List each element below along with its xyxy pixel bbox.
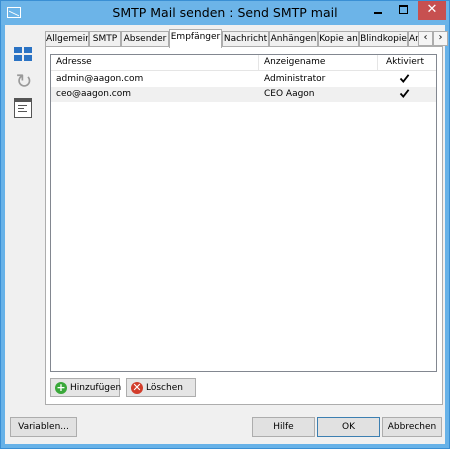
table-row[interactable]: ceo@aagon.com CEO Aagon <box>51 87 436 102</box>
tab-scroll-left-icon[interactable]: ‹ <box>418 31 433 46</box>
tab-blindkopie[interactable]: Blindkopie <box>359 31 408 47</box>
help-button[interactable]: Hilfe <box>252 417 315 437</box>
tab-anhaengen[interactable]: Anhängen <box>269 31 318 47</box>
maximize-button[interactable] <box>391 1 417 20</box>
address-cell: admin@aagon.com <box>56 74 144 84</box>
checkbox-checked-icon <box>399 89 410 98</box>
table-row[interactable]: admin@aagon.com Administrator <box>51 72 436 87</box>
refresh-icon[interactable]: ↻ <box>14 71 34 91</box>
tab-kopie-an[interactable]: Kopie an <box>318 31 359 47</box>
cancel-button[interactable]: Abbrechen <box>382 417 442 437</box>
close-button[interactable]: ✕ <box>418 1 446 20</box>
add-button[interactable]: + Hinzufügen <box>50 378 122 397</box>
dialog-window: SMTP Mail senden : Send SMTP mail ✕ ↻ Al… <box>0 0 450 449</box>
tab-absender[interactable]: Absender <box>121 31 169 47</box>
report-icon[interactable] <box>14 98 32 118</box>
tab-smtp[interactable]: SMTP <box>89 31 121 47</box>
display-name-cell: CEO Aagon <box>264 89 315 99</box>
recipients-panel: Adresse Anzeigename Aktiviert admin@aago… <box>45 46 443 405</box>
delete-button-label: Löschen <box>146 383 183 393</box>
add-icon: + <box>55 381 67 394</box>
column-header-display-name[interactable]: Anzeigename <box>259 55 378 70</box>
checkbox-checked-icon <box>399 74 410 83</box>
enabled-checkbox[interactable] <box>399 88 410 99</box>
variables-button[interactable]: Variablen... <box>10 417 77 437</box>
ok-button[interactable]: OK <box>317 417 380 437</box>
column-header-address[interactable]: Adresse <box>51 55 259 70</box>
tab-empfaenger[interactable]: Empfänger <box>169 29 222 48</box>
address-cell: ceo@aagon.com <box>56 89 132 99</box>
left-toolbar: ↻ <box>5 25 39 401</box>
tab-strip: Allgemein SMTP Absender Empfänger Nachri… <box>45 29 448 48</box>
title-bar[interactable]: SMTP Mail senden : Send SMTP mail ✕ <box>1 1 449 25</box>
column-header-enabled[interactable]: Aktiviert <box>378 55 436 70</box>
tab-allgemein[interactable]: Allgemein <box>45 31 89 47</box>
recipients-list[interactable]: Adresse Anzeigename Aktiviert admin@aago… <box>50 54 437 372</box>
enabled-checkbox[interactable] <box>399 73 410 84</box>
minimize-button[interactable] <box>365 1 391 20</box>
list-header: Adresse Anzeigename Aktiviert <box>51 55 436 71</box>
delete-icon: ✕ <box>131 381 143 394</box>
tab-scroll-right-icon[interactable]: › <box>433 31 448 46</box>
dialog-client-area: ↻ Allgemein SMTP Absender Empfänger Nach… <box>5 25 448 444</box>
display-name-cell: Administrator <box>264 74 326 84</box>
windows-icon[interactable] <box>14 47 32 62</box>
tab-nachricht[interactable]: Nachricht <box>222 31 269 47</box>
delete-button[interactable]: ✕ Löschen <box>126 378 196 397</box>
add-button-label: Hinzufügen <box>70 383 122 393</box>
